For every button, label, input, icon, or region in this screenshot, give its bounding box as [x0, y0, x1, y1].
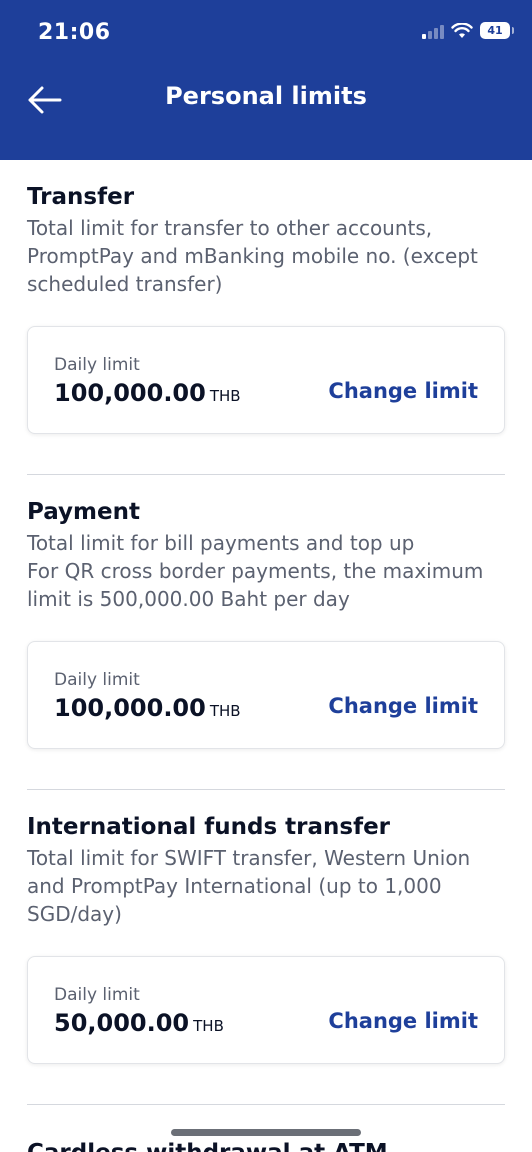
limit-card: Daily limit 100,000.00 THB Change limit [27, 326, 505, 434]
limit-currency: THB [209, 387, 241, 405]
page-title: Personal limits [165, 82, 367, 110]
limit-currency: THB [209, 702, 241, 720]
limits-list: Transfer Total limit for transfer to oth… [0, 160, 532, 1105]
limit-amount: 50,000.00 [54, 1009, 190, 1037]
section-description: Total limit for transfer to other accoun… [27, 216, 478, 296]
limit-label: Daily limit [54, 985, 140, 1005]
limit-value: 100,000.00 THB [54, 694, 241, 722]
app-header: 21:06 41 Personal limits [0, 0, 532, 160]
section-description: Total limit for bill payments and top up… [27, 529, 505, 613]
section-description-line: For QR cross border payments, the maximu… [27, 559, 484, 611]
wifi-icon [451, 22, 473, 38]
section-international-transfer: International funds transfer Total limit… [27, 790, 505, 1105]
section-title: Payment [27, 499, 140, 525]
change-limit-button[interactable]: Change limit [328, 694, 478, 718]
section-description: Total limit for SWIFT transfer, Western … [27, 846, 471, 926]
section-transfer: Transfer Total limit for transfer to oth… [27, 160, 505, 475]
limit-amount: 100,000.00 [54, 694, 206, 722]
limit-label: Daily limit [54, 670, 140, 690]
home-indicator [171, 1129, 361, 1136]
limit-card: Daily limit 50,000.00 THB Change limit [27, 956, 505, 1064]
section-title: Transfer [27, 184, 135, 210]
limit-currency: THB [193, 1017, 224, 1035]
next-section-title: Cardless withdrawal at ATM [27, 1140, 388, 1152]
section-payment: Payment Total limit for bill payments an… [27, 475, 505, 790]
limit-label: Daily limit [54, 355, 140, 375]
status-time: 21:06 [38, 20, 111, 45]
section-description-line: Total limit for bill payments and top up [27, 531, 415, 555]
section-title: International funds transfer [27, 814, 391, 840]
limit-value: 50,000.00 THB [54, 1009, 224, 1037]
cellular-signal-icon [422, 23, 444, 39]
battery-icon: 41 [480, 22, 514, 39]
change-limit-button[interactable]: Change limit [328, 1009, 478, 1033]
limit-value: 100,000.00 THB [54, 379, 241, 407]
change-limit-button[interactable]: Change limit [328, 379, 478, 403]
limit-amount: 100,000.00 [54, 379, 206, 407]
status-icons: 41 [422, 22, 514, 39]
limit-card: Daily limit 100,000.00 THB Change limit [27, 641, 505, 749]
